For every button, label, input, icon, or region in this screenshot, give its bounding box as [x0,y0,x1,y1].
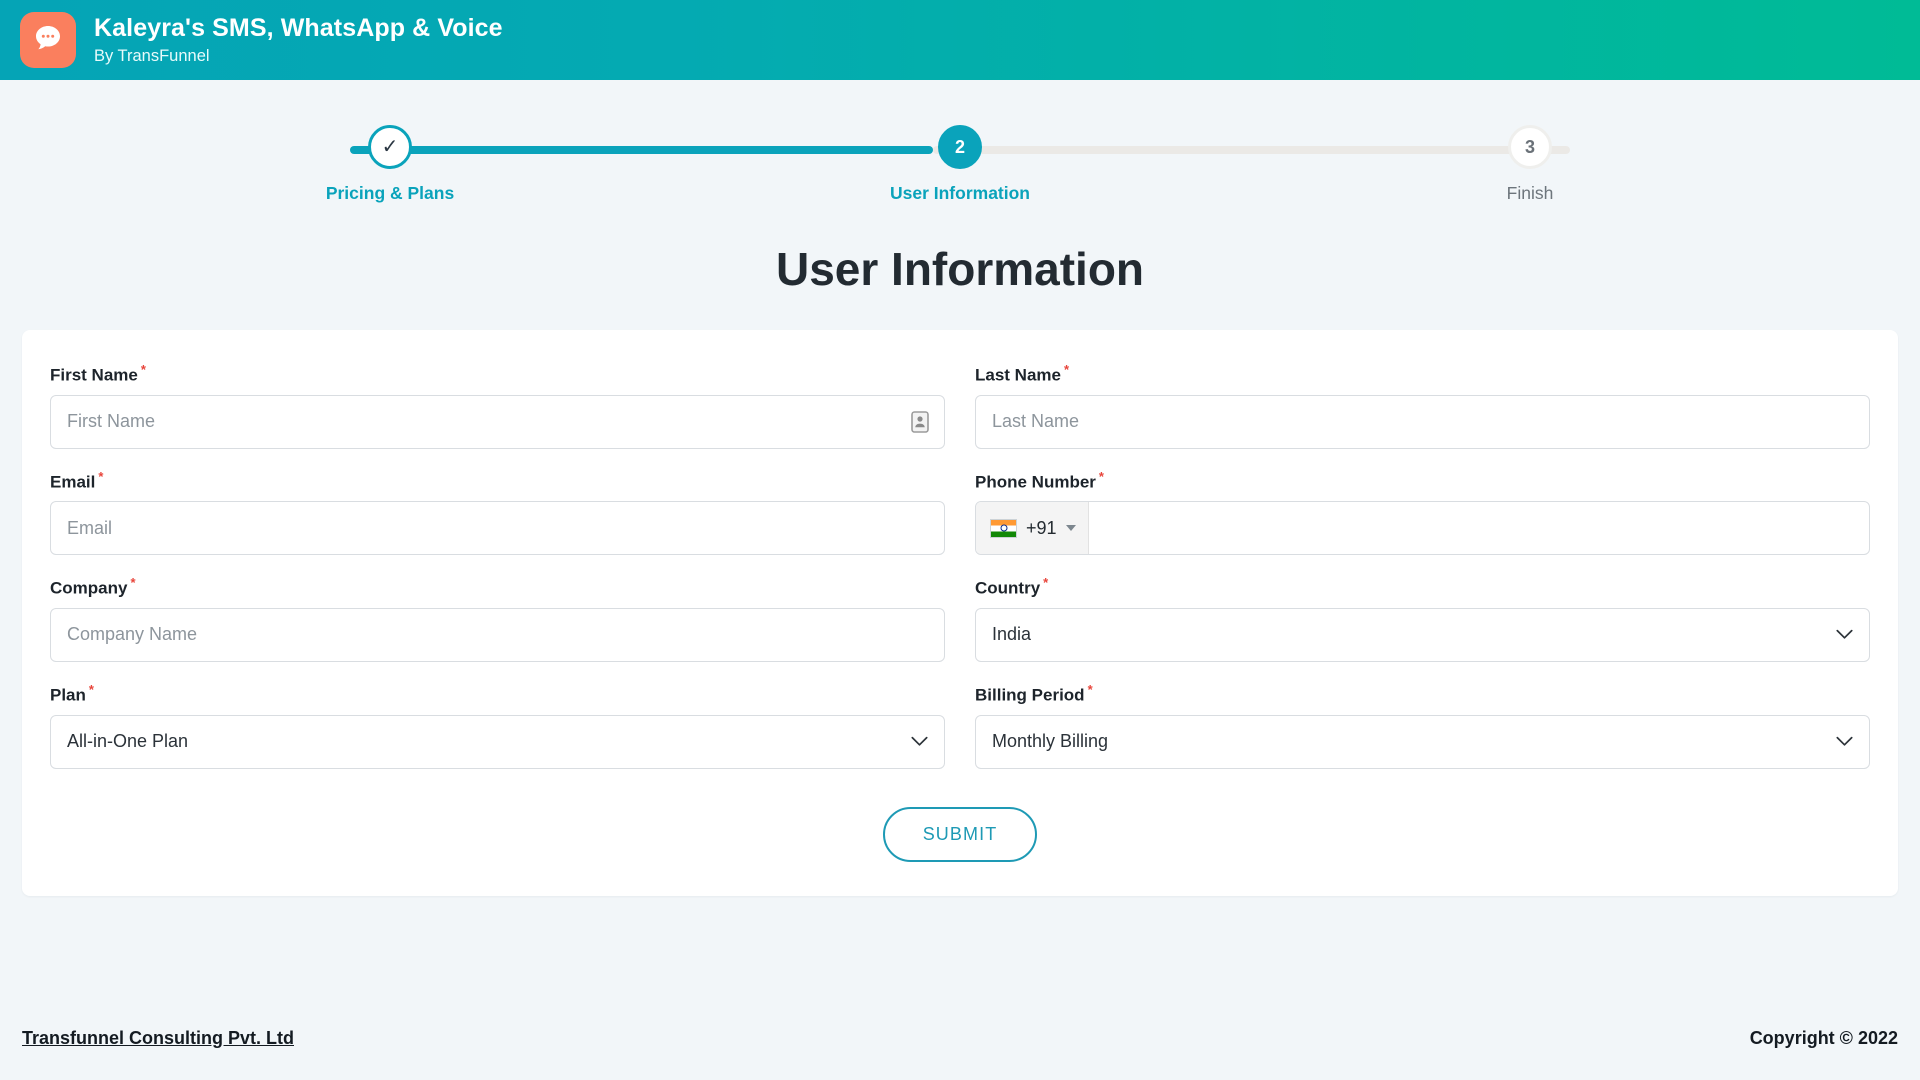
company-label: Company * [50,575,136,598]
chevron-down-icon[interactable] [1836,626,1853,643]
required-marker: * [130,575,136,591]
app-logo [20,12,76,68]
required-marker: * [98,468,104,484]
submit-button[interactable]: SUBMIT [882,806,1038,862]
footer-copyright: Copyright © 2022 [1749,1027,1898,1048]
step-1-indicator: ✓ [368,125,412,169]
stepper-step-user-information[interactable]: 2 User Information [880,125,1040,204]
first-name-input[interactable] [51,395,944,448]
page-footer: Transfunnel Consulting Pvt. Ltd Copyrigh… [0,996,1920,1080]
first-name-control[interactable] [50,394,945,449]
step-2-indicator: 2 [938,125,982,169]
progress-stepper: ✓ Pricing & Plans 2 User Information 3 F… [0,80,1920,204]
first-name-label: First Name * [50,362,146,385]
billing-period-selected-value: Monthly Billing [992,731,1109,752]
field-company: Company * [50,575,945,676]
country-code-value: +91 [1026,517,1057,538]
required-marker: * [140,362,146,377]
phone-number-input[interactable] [1088,502,1869,555]
contact-card-icon[interactable] [909,410,930,434]
field-plan: Plan * All-in-One Plan [50,682,945,783]
stepper-step-finish[interactable]: 3 Finish [1450,125,1610,204]
app-title: Kaleyra's SMS, WhatsApp & Voice [94,14,503,43]
field-first-name: First Name * [50,362,945,463]
step-2-label: User Information [889,183,1031,203]
step-3-label: Finish [1506,183,1554,203]
required-marker: * [1098,468,1104,484]
phone-number-control[interactable]: +91 [975,501,1870,556]
footer-company-link[interactable]: Transfunnel Consulting Pvt. Ltd [22,1028,294,1049]
phone-number-label: Phone Number * [975,468,1104,492]
plan-select[interactable]: All-in-One Plan [50,714,945,769]
field-billing-period: Billing Period * Monthly Billing [975,682,1870,783]
required-marker: * [88,681,94,697]
company-input[interactable] [51,608,944,661]
plan-label: Plan * [50,681,94,705]
billing-period-label: Billing Period * [975,681,1093,705]
stepper-step-pricing-plans[interactable]: ✓ Pricing & Plans [310,125,470,204]
plan-selected-value: All-in-One Plan [67,731,189,752]
app-header: Kaleyra's SMS, WhatsApp & Voice By Trans… [0,0,1920,80]
required-marker: * [1043,575,1049,591]
chevron-down-icon[interactable] [911,733,928,750]
company-control[interactable] [50,607,945,662]
email-label: Email * [50,468,104,492]
country-select[interactable]: India [975,607,1870,662]
email-control[interactable] [50,501,945,556]
step-1-label: Pricing & Plans [325,183,455,203]
chevron-down-icon[interactable] [1836,733,1853,750]
field-country: Country * India [975,575,1870,676]
required-marker: * [1087,681,1093,697]
user-information-card: First Name* Last Name* [22,330,1898,896]
field-email: Email * [50,469,945,570]
field-last-name: Last Name * [975,362,1870,463]
billing-period-select[interactable]: Monthly Billing [975,714,1870,769]
chevron-down-icon[interactable] [1065,525,1076,532]
country-selected-value: India [992,624,1032,645]
step-3-indicator: 3 [1508,125,1552,169]
page-title: User Information [775,243,1145,295]
chat-bubble-icon [32,22,64,59]
india-flag-icon [990,518,1017,538]
last-name-input[interactable] [976,395,1869,448]
email-input[interactable] [51,502,944,555]
app-subtitle: By TransFunnel [94,46,210,65]
field-phone-number: Phone Number * +91 [975,469,1870,570]
check-icon: ✓ [381,136,399,158]
last-name-label: Last Name * [975,362,1070,385]
last-name-control[interactable] [975,394,1870,449]
country-label: Country * [975,575,1049,598]
country-code-selector[interactable]: +91 [976,502,1089,555]
required-marker: * [1063,362,1070,377]
